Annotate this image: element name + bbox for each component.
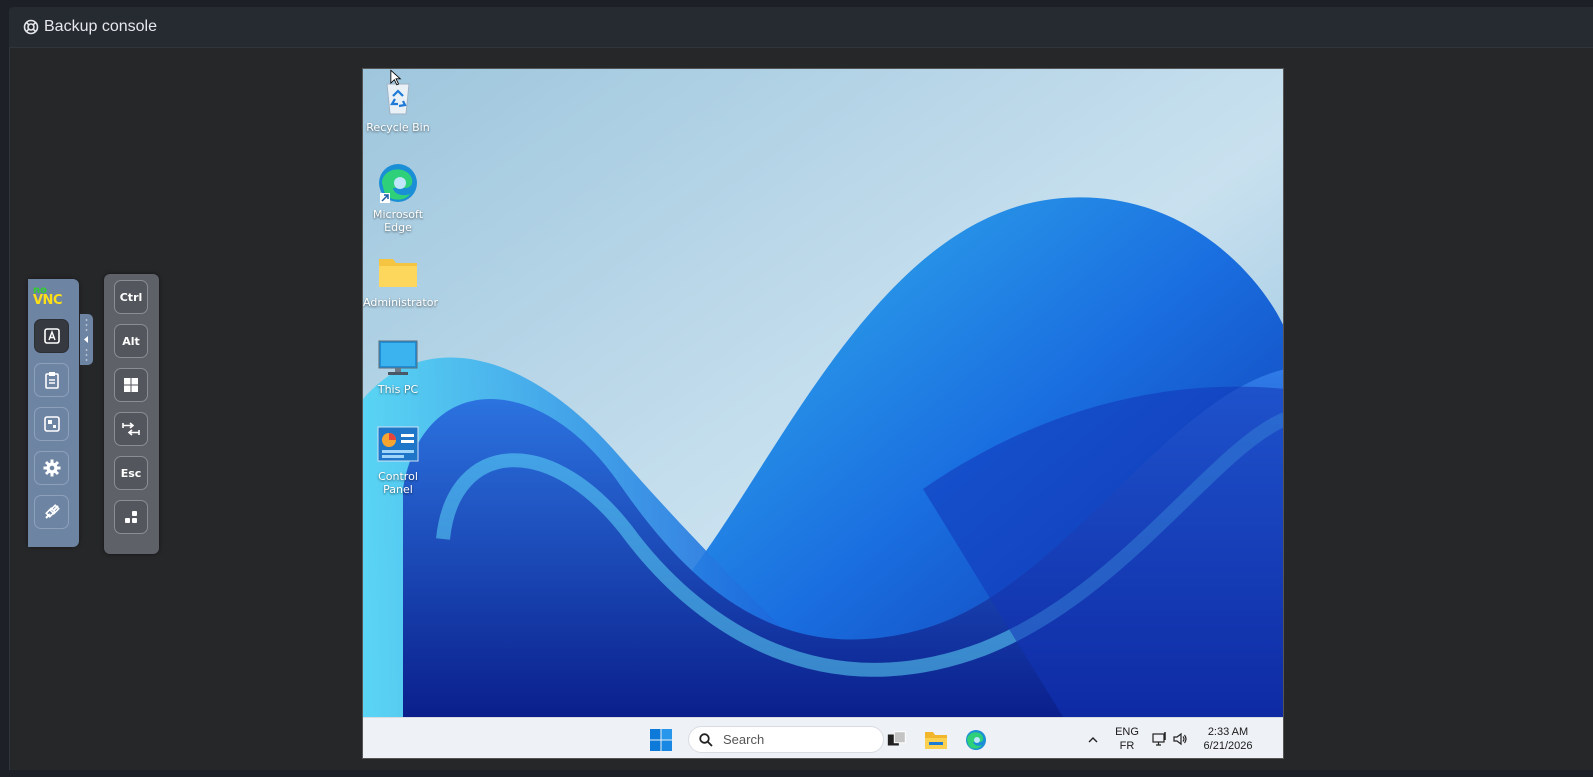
disconnect-icon [44, 504, 60, 519]
start-windows-icon[interactable] [649, 728, 673, 752]
novnc-control-bar: no VNC [28, 279, 79, 547]
keyboard-key-icon [43, 328, 60, 344]
clock[interactable]: 2:33 AM 6/21/2026 [1197, 725, 1259, 753]
desktop-icon-label: Recycle Bin [366, 121, 430, 134]
gear-icon [43, 459, 60, 477]
remote-screen[interactable]: Recycle Bin Microsoft Edge Administrator… [362, 68, 1284, 759]
search-icon [699, 732, 713, 747]
settings-button[interactable] [34, 451, 69, 485]
app-title: Backup console [23, 18, 157, 36]
monitor-icon [378, 340, 418, 375]
desktop-icon-microsoft-edge[interactable]: Microsoft Edge [363, 161, 433, 234]
alt-key-button[interactable]: Alt [114, 324, 148, 358]
desktop-icon-label: This PC [377, 383, 419, 396]
file-explorer-icon[interactable] [924, 728, 948, 752]
edge-taskbar-icon[interactable] [964, 728, 988, 752]
fullscreen-button[interactable] [34, 407, 69, 441]
ctrl-alt-del-icon [125, 511, 137, 523]
app-title-text: Backup console [44, 18, 157, 35]
clock-date: 6/21/2026 [1203, 740, 1253, 752]
disconnect-button[interactable] [34, 495, 69, 529]
clipboard-icon [44, 372, 59, 389]
windows-icon [124, 378, 138, 392]
desktop-icon-label: Microsoft Edge [372, 208, 424, 234]
taskbar: Search ENG FR 2:33 AM 6/21/2026 [363, 717, 1283, 758]
top-bar: Backup console [9, 7, 1593, 48]
desktop-icon-control-panel[interactable]: Control Panel [363, 423, 433, 496]
caret-left-icon [84, 319, 88, 361]
tab-key-button[interactable] [114, 412, 148, 446]
volume-icon[interactable] [1172, 731, 1188, 747]
tab-icon [122, 422, 140, 436]
desktop-icon-label: Administrator [363, 296, 438, 309]
edge-icon [379, 164, 417, 203]
language-indicator[interactable]: ENG FR [1111, 725, 1143, 753]
novnc-logo: no VNC [33, 285, 62, 308]
desktop-icon-administrator[interactable]: Administrator [363, 249, 438, 309]
ctrl-alt-del-button[interactable] [114, 500, 148, 534]
clock-time: 2:33 AM [1207, 726, 1249, 738]
lifebuoy-icon [23, 19, 39, 35]
windows-key-button[interactable] [114, 368, 148, 402]
language-secondary: FR [1119, 740, 1135, 752]
language-primary: ENG [1115, 726, 1139, 738]
desktop-icon-this-pc[interactable]: This PC [363, 336, 433, 396]
control-panel-icon [377, 426, 419, 462]
search-placeholder: Search [723, 732, 765, 747]
chevron-up-icon[interactable] [1087, 734, 1099, 746]
control-bar-handle[interactable] [80, 314, 93, 365]
extra-keys-panel: Ctrl Alt Esc [104, 274, 159, 554]
taskbar-search[interactable]: Search [688, 726, 884, 753]
desktop-icon-label: Control Panel [378, 470, 418, 496]
esc-key-button[interactable]: Esc [114, 456, 148, 490]
fullscreen-icon [43, 416, 60, 432]
mouse-cursor-icon [390, 69, 402, 86]
folder-icon [379, 259, 417, 287]
desktop-wallpaper [363, 69, 1283, 717]
extra-keys-button[interactable] [34, 319, 69, 353]
task-view-icon[interactable] [885, 729, 909, 751]
ctrl-key-button[interactable]: Ctrl [114, 280, 148, 314]
network-icon[interactable] [1152, 731, 1168, 747]
clipboard-button[interactable] [34, 363, 69, 397]
